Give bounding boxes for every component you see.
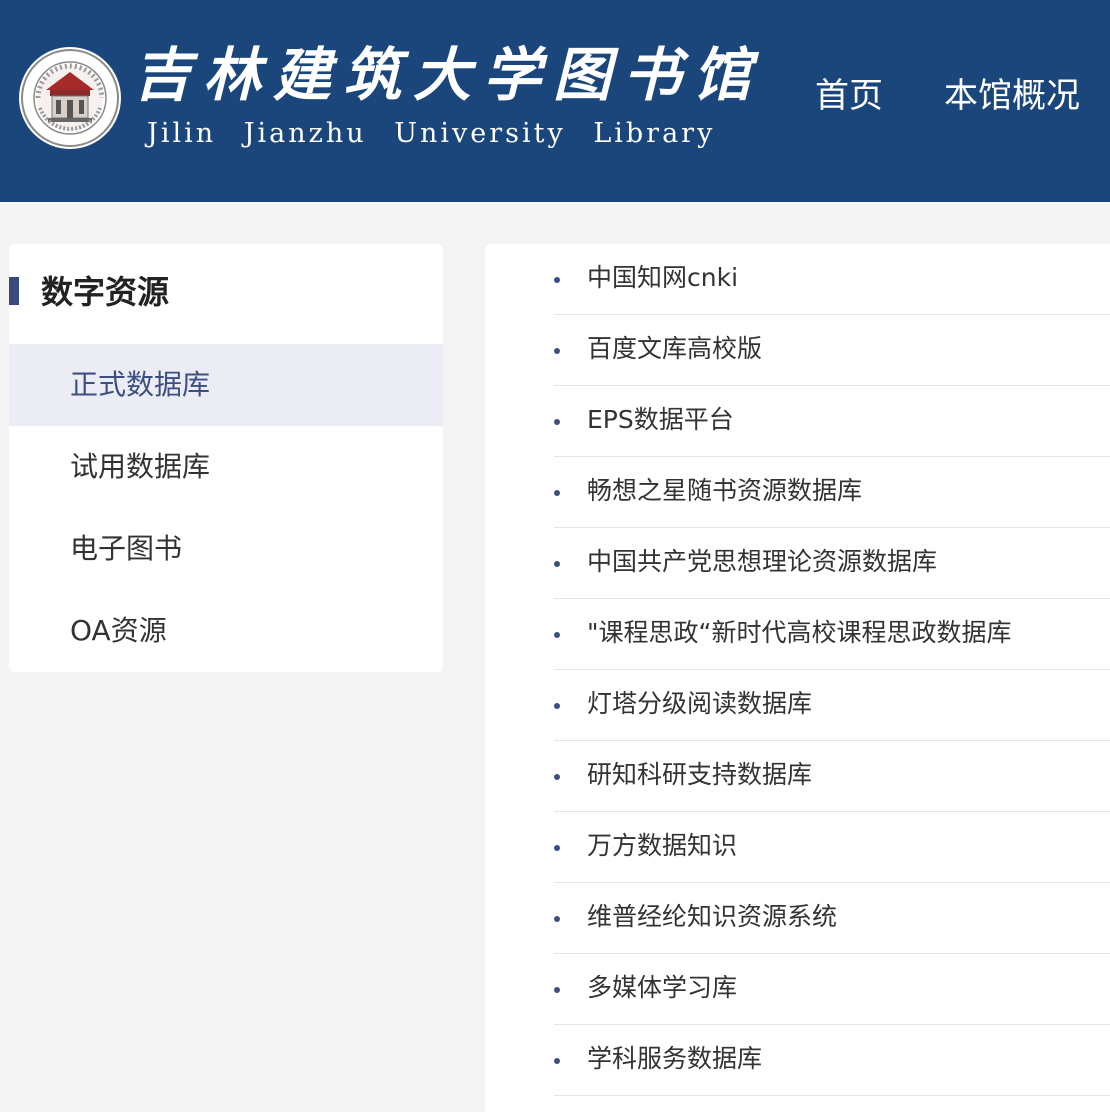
list-item-link[interactable]: 万方数据知识 bbox=[587, 826, 737, 866]
site-header: 吉林建筑大学图书馆 Jilin Jianzhu University Libra… bbox=[0, 0, 1110, 202]
nav-home-link[interactable]: 首页 bbox=[815, 72, 883, 120]
list-item[interactable]: 中国共产党思想理论资源数据库 bbox=[554, 528, 1110, 599]
sidebar-item-trial-databases[interactable]: 试用数据库 bbox=[9, 426, 443, 508]
list-item-link[interactable]: 中国知网cnki bbox=[587, 258, 738, 298]
list-item-link[interactable]: EPS数据平台 bbox=[587, 400, 734, 440]
list-item[interactable]: 畅想之星随书资源数据库 bbox=[554, 457, 1110, 528]
sidebar: 数字资源 正式数据库 试用数据库 电子图书 OA资源 bbox=[9, 244, 443, 672]
list-item-link[interactable]: "课程思政“新时代高校课程思政数据库 bbox=[587, 613, 1011, 653]
list-item[interactable]: 多媒体学习库 bbox=[554, 954, 1110, 1025]
list-item[interactable]: 学科服务数据库 bbox=[554, 1025, 1110, 1096]
list-item-link[interactable]: 百度文库高校版 bbox=[587, 329, 762, 369]
logo-english-name: Jilin Jianzhu University Library bbox=[147, 118, 716, 149]
bullet-icon bbox=[554, 277, 560, 283]
sidebar-item-label: 试用数据库 bbox=[70, 450, 211, 483]
bullet-icon bbox=[554, 419, 560, 425]
logo-chinese-name: 吉林建筑大学图书馆 bbox=[133, 41, 764, 109]
bullet-icon bbox=[554, 703, 560, 709]
list-item-link[interactable]: 中国共产党思想理论资源数据库 bbox=[587, 542, 937, 582]
sidebar-title: 数字资源 bbox=[41, 273, 170, 311]
sidebar-item-label: 电子图书 bbox=[70, 532, 183, 565]
list-item[interactable]: 百度文库高校版 bbox=[554, 315, 1110, 386]
list-item-link[interactable]: 维普经纶知识资源系统 bbox=[587, 897, 837, 937]
list-item[interactable]: 维普经纶知识资源系统 bbox=[554, 883, 1110, 954]
list-item[interactable]: EPS数据平台 bbox=[554, 386, 1110, 457]
bullet-icon bbox=[554, 561, 560, 567]
sidebar-header: 数字资源 bbox=[9, 244, 443, 344]
bullet-icon bbox=[554, 348, 560, 354]
sidebar-item-label: OA资源 bbox=[70, 614, 167, 647]
bullet-icon bbox=[554, 632, 560, 638]
sidebar-item-formal-databases[interactable]: 正式数据库 bbox=[9, 344, 443, 426]
list-item[interactable]: "课程思政“新时代高校课程思政数据库 bbox=[554, 599, 1110, 670]
bullet-icon bbox=[554, 845, 560, 851]
sidebar-item-oa-resources[interactable]: OA资源 bbox=[9, 590, 443, 672]
list-item[interactable]: 研知科研支持数据库 bbox=[554, 741, 1110, 812]
sidebar-item-label: 正式数据库 bbox=[70, 368, 211, 401]
bullet-icon bbox=[554, 916, 560, 922]
bullet-icon bbox=[554, 1058, 560, 1064]
list-item-link[interactable]: 学科服务数据库 bbox=[587, 1039, 762, 1079]
database-list: 中国知网cnki 百度文库高校版 EPS数据平台 畅想之星随书资源数据库 中国共… bbox=[485, 244, 1110, 1112]
list-item-link[interactable]: 灯塔分级阅读数据库 bbox=[587, 684, 812, 724]
bullet-icon bbox=[554, 987, 560, 993]
list-item[interactable]: 中国知网cnki bbox=[554, 244, 1110, 315]
list-item-link[interactable]: 畅想之星随书资源数据库 bbox=[587, 471, 862, 511]
sidebar-accent-bar bbox=[9, 277, 19, 305]
list-item-link[interactable]: 研知科研支持数据库 bbox=[587, 755, 812, 795]
list-item[interactable]: 万方数据知识 bbox=[554, 812, 1110, 883]
university-seal-icon[interactable] bbox=[18, 46, 122, 150]
bullet-icon bbox=[554, 774, 560, 780]
sidebar-item-ebooks[interactable]: 电子图书 bbox=[9, 508, 443, 590]
bullet-icon bbox=[554, 490, 560, 496]
list-item-link[interactable]: 多媒体学习库 bbox=[587, 968, 737, 1008]
list-item[interactable]: 灯塔分级阅读数据库 bbox=[554, 670, 1110, 741]
nav-about-link[interactable]: 本馆概况 bbox=[944, 72, 1080, 120]
